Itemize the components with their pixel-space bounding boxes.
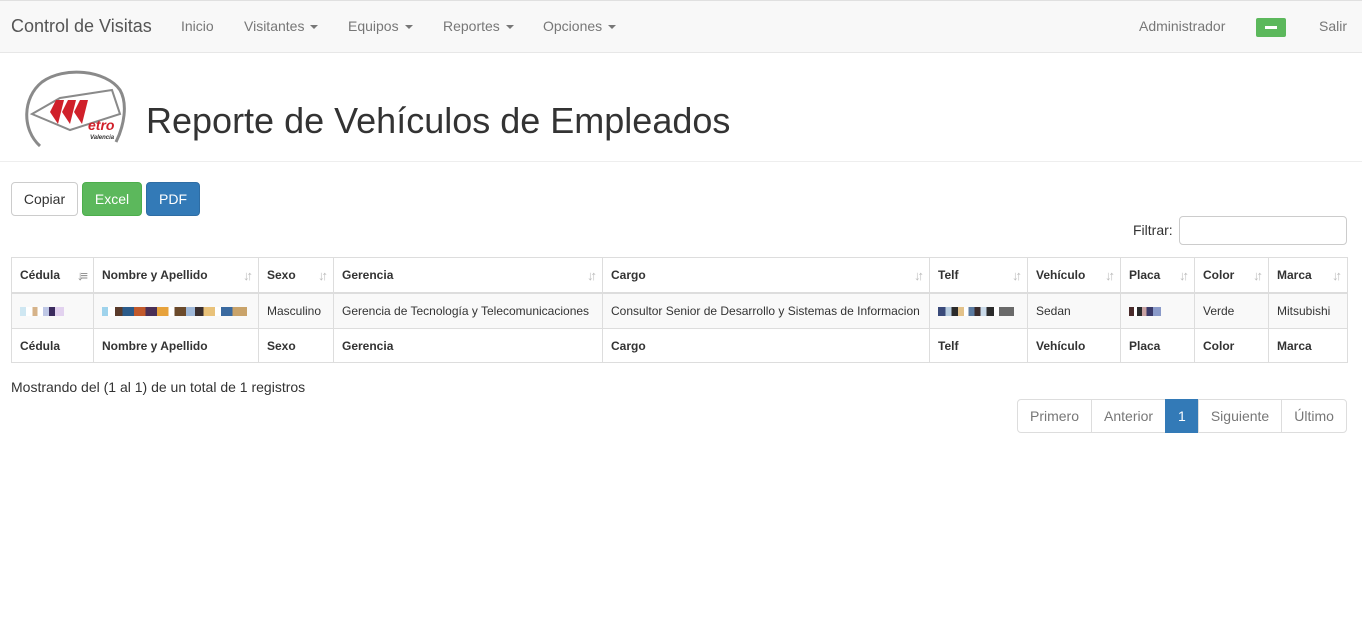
user-name[interactable]: Administrador bbox=[1139, 18, 1225, 34]
column-header-marca[interactable]: Marca ↓↑ bbox=[1268, 257, 1348, 294]
column-header-label: Telf bbox=[938, 267, 959, 282]
table-header-row: Cédula ↓≡ Nombre y Apellido ↓↑ Sexo ↓↑ Gere… bbox=[11, 257, 1348, 294]
sort-icon: ↓↑ bbox=[1179, 268, 1189, 283]
nav-reportes-label: Reportes bbox=[443, 18, 500, 34]
sort-icon: ↓↑ bbox=[914, 268, 924, 283]
caret-down-icon bbox=[404, 25, 413, 30]
page-1-button[interactable]: 1 bbox=[1165, 399, 1199, 433]
column-header-label: Marca bbox=[1277, 267, 1312, 282]
column-header-vehiculo[interactable]: Vehículo ↓↑ bbox=[1027, 257, 1121, 294]
table-row: Masculino Gerencia de Tecnología y Telec… bbox=[11, 292, 1348, 329]
sort-icon: ↓↑ bbox=[1253, 268, 1263, 283]
column-header-sexo[interactable]: Sexo ↓↑ bbox=[258, 257, 334, 294]
cell-placa-redacted bbox=[1120, 292, 1195, 329]
column-footer-cargo: Cargo bbox=[602, 328, 930, 363]
sort-icon: ↓↑ bbox=[1105, 268, 1115, 283]
column-header-color[interactable]: Color ↓↑ bbox=[1194, 257, 1269, 294]
column-header-label: Cédula bbox=[20, 267, 61, 282]
excel-button[interactable]: Excel bbox=[82, 182, 142, 216]
cell-sexo: Masculino bbox=[258, 292, 334, 329]
column-header-label: Sexo bbox=[267, 267, 296, 282]
cell-gerencia: Gerencia de Tecnología y Telecomunicacio… bbox=[333, 292, 603, 329]
sort-icon: ↓↑ bbox=[318, 268, 328, 283]
logout-link[interactable]: Salir bbox=[1319, 18, 1347, 34]
column-header-telf[interactable]: Telf ↓↑ bbox=[929, 257, 1028, 294]
page-title: Reporte de Vehículos de Empleados bbox=[146, 100, 731, 141]
cell-color: Verde bbox=[1194, 292, 1269, 329]
status-indicator-icon bbox=[1256, 18, 1286, 37]
column-header-label: Placa bbox=[1129, 267, 1161, 282]
column-header-label: Color bbox=[1203, 267, 1235, 282]
column-footer-telf: Telf bbox=[929, 328, 1028, 363]
metro-valencia-logo: etro Valencia bbox=[25, 70, 126, 148]
column-header-label: Cargo bbox=[611, 267, 646, 282]
sort-icon: ↓↑ bbox=[587, 268, 597, 283]
column-header-placa[interactable]: Placa ↓↑ bbox=[1120, 257, 1195, 294]
column-header-label: Vehículo bbox=[1036, 267, 1086, 282]
pdf-button[interactable]: PDF bbox=[146, 182, 200, 216]
navbar: Control de Visitas Inicio Visitantes Equ… bbox=[0, 0, 1362, 53]
logo-subtext: Valencia bbox=[90, 135, 115, 141]
pagination: Primero Anterior 1 Siguiente Último bbox=[1017, 399, 1347, 433]
filter-label: Filtrar: bbox=[1133, 222, 1173, 238]
caret-down-icon bbox=[310, 25, 319, 30]
cell-marca: Mitsubishi bbox=[1268, 292, 1348, 329]
column-footer-sexo: Sexo bbox=[258, 328, 334, 363]
cell-cedula-redacted bbox=[11, 292, 94, 329]
column-header-nombre[interactable]: Nombre y Apellido ↓↑ bbox=[93, 257, 259, 294]
page-last-button[interactable]: Último bbox=[1281, 399, 1347, 433]
nav-opciones-label: Opciones bbox=[543, 18, 603, 34]
column-header-cedula[interactable]: Cédula ↓≡ bbox=[11, 257, 94, 294]
header-divider bbox=[0, 161, 1362, 162]
page-next-button[interactable]: Siguiente bbox=[1197, 399, 1283, 433]
nav-visitantes-dropdown[interactable]: Visitantes bbox=[244, 18, 319, 34]
page-first-button[interactable]: Primero bbox=[1017, 399, 1093, 433]
column-header-cargo[interactable]: Cargo ↓↑ bbox=[602, 257, 930, 294]
sort-icon: ↓↑ bbox=[1012, 268, 1022, 283]
sort-icon: ↓↑ bbox=[243, 268, 253, 283]
table-footer-row: Cédula Nombre y Apellido Sexo Gerencia C… bbox=[11, 328, 1348, 363]
nav-visitantes-label: Visitantes bbox=[244, 18, 305, 34]
column-footer-vehiculo: Vehículo bbox=[1027, 328, 1121, 363]
cell-vehiculo: Sedan bbox=[1027, 292, 1121, 329]
cell-nombre-redacted bbox=[93, 292, 259, 329]
column-footer-gerencia: Gerencia bbox=[333, 328, 603, 363]
column-footer-nombre: Nombre y Apellido bbox=[93, 328, 259, 363]
nav-reportes-dropdown[interactable]: Reportes bbox=[443, 18, 514, 34]
nav-equipos-label: Equipos bbox=[348, 18, 399, 34]
brand-link[interactable]: Control de Visitas bbox=[11, 16, 152, 37]
nav-opciones-dropdown[interactable]: Opciones bbox=[543, 18, 617, 34]
column-header-gerencia[interactable]: Gerencia ↓↑ bbox=[333, 257, 603, 294]
column-header-label: Gerencia bbox=[342, 267, 394, 282]
vehicles-table: Cédula ↓≡ Nombre y Apellido ↓↑ Sexo ↓↑ Gere… bbox=[11, 257, 1348, 363]
caret-down-icon bbox=[608, 25, 617, 30]
sort-ascending-icon: ↓≡ bbox=[76, 268, 88, 283]
filter-input[interactable] bbox=[1179, 216, 1347, 245]
column-footer-cedula: Cédula bbox=[11, 328, 94, 363]
column-footer-color: Color bbox=[1194, 328, 1269, 363]
column-header-label: Nombre y Apellido bbox=[102, 267, 208, 282]
cell-telf-redacted bbox=[929, 292, 1028, 329]
nav-inicio-label: Inicio bbox=[181, 18, 214, 34]
sort-icon: ↓↑ bbox=[1332, 268, 1342, 283]
column-footer-marca: Marca bbox=[1268, 328, 1348, 363]
page-previous-button[interactable]: Anterior bbox=[1091, 399, 1167, 433]
nav-equipos-dropdown[interactable]: Equipos bbox=[348, 18, 413, 34]
cell-cargo: Consultor Senior de Desarrollo y Sistema… bbox=[602, 292, 930, 329]
column-footer-placa: Placa bbox=[1120, 328, 1195, 363]
logo-text: etro bbox=[88, 117, 115, 133]
table-info: Mostrando del (1 al 1) de un total de 1 … bbox=[11, 379, 306, 395]
copy-button[interactable]: Copiar bbox=[11, 182, 78, 216]
caret-down-icon bbox=[505, 25, 514, 30]
nav-inicio[interactable]: Inicio bbox=[181, 18, 214, 34]
